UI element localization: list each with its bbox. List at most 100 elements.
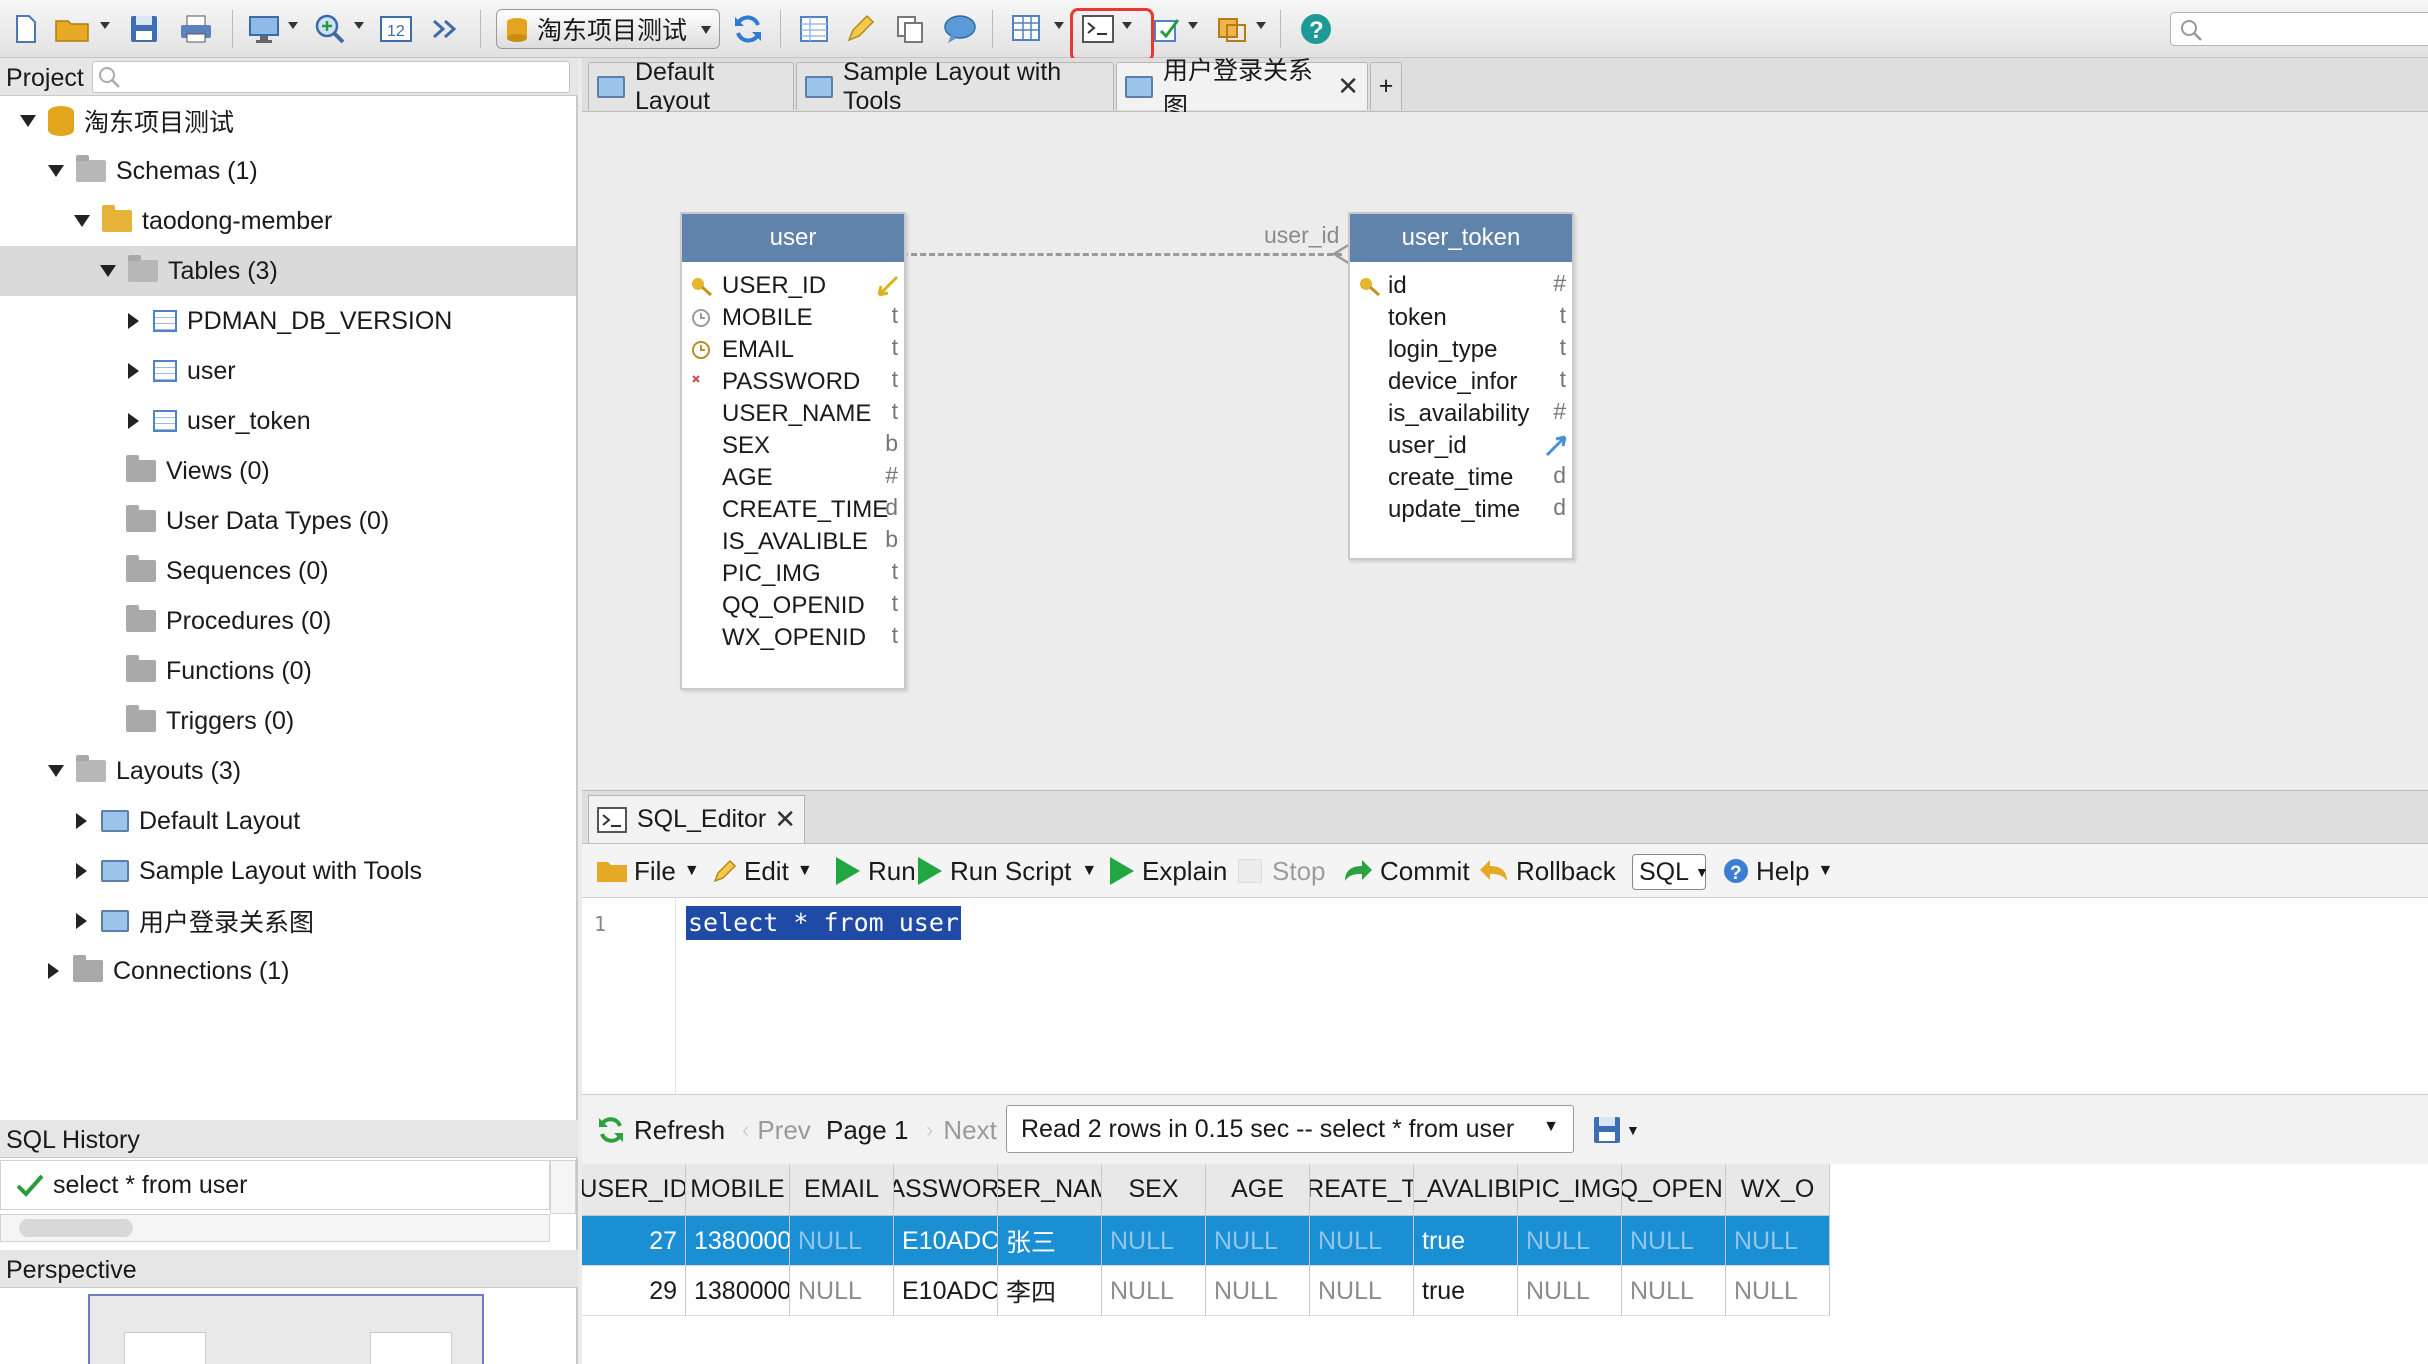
column-header[interactable]: WX_O	[1726, 1164, 1830, 1214]
arrow-icon[interactable]	[428, 8, 464, 50]
expand-arrow-icon[interactable]	[48, 165, 64, 177]
column-header[interactable]: PASSWORD	[894, 1164, 998, 1214]
grid-cell[interactable]: 1380000...	[686, 1266, 790, 1316]
tree-node-layout[interactable]: Default Layout	[0, 796, 576, 846]
table-dropdown[interactable]	[1054, 22, 1064, 29]
collapse-arrow-icon[interactable]	[128, 313, 139, 329]
entity-user-token[interactable]: user_token id # token t login_type t dev…	[1348, 212, 1574, 560]
add-tab-button[interactable]: +	[1370, 62, 1402, 110]
entity-column[interactable]: USER_NAME t	[682, 398, 904, 430]
tab-sql-editor[interactable]: SQL_Editor ✕	[588, 795, 806, 843]
tree-node-schema[interactable]: taodong-member	[0, 196, 576, 246]
sql-code-line[interactable]: select * from user	[686, 906, 961, 940]
entity-header[interactable]: user_token	[1350, 214, 1572, 262]
grid-cell[interactable]: 29	[582, 1266, 686, 1316]
file-menu-button[interactable]: File ▼	[596, 844, 700, 898]
project-search-input[interactable]	[92, 61, 570, 93]
rollback-button[interactable]: Rollback	[1478, 844, 1616, 898]
entity-column[interactable]: id #	[1350, 270, 1572, 302]
entity-column[interactable]: update_time d	[1350, 494, 1572, 526]
tab-default-layout[interactable]: Default Layout	[588, 58, 794, 115]
run-button[interactable]: Run	[836, 844, 916, 898]
tab-sample-layout[interactable]: Sample Layout with Tools	[796, 58, 1114, 115]
tree-node-table[interactable]: PDMAN_DB_VERSION	[0, 296, 576, 346]
entity-column[interactable]: AGE #	[682, 462, 904, 494]
grid-cell[interactable]: true	[1414, 1266, 1518, 1316]
table-row[interactable]: 27 1380000... NULL E10ADC3... 张三 NULL NU…	[582, 1216, 1830, 1266]
grid-cell[interactable]: true	[1414, 1216, 1518, 1266]
entity-column[interactable]: SEX b	[682, 430, 904, 462]
tree-node-triggers[interactable]: Triggers (0)	[0, 696, 576, 746]
grid-cell[interactable]: 张三	[998, 1216, 1102, 1266]
collapse-arrow-icon[interactable]	[76, 813, 87, 829]
tree-node-tables[interactable]: Tables (3)	[0, 246, 576, 296]
prev-page-button[interactable]: ‹ Prev	[742, 1095, 811, 1165]
close-icon[interactable]: ✕	[1337, 71, 1359, 102]
project-selector[interactable]: 淘东项目测试	[496, 9, 720, 49]
next-page-button[interactable]: › Next	[926, 1095, 997, 1165]
grid-cell[interactable]: NULL	[1726, 1266, 1830, 1316]
help-menu-button[interactable]: ? Help ▼	[1722, 844, 1833, 898]
tree-node-layouts[interactable]: Layouts (3)	[0, 746, 576, 796]
perspective-viewport[interactable]	[88, 1294, 484, 1364]
collapse-arrow-icon[interactable]	[76, 913, 87, 929]
comment-icon[interactable]	[940, 8, 980, 50]
tree-node-user-data-types[interactable]: User Data Types (0)	[0, 496, 576, 546]
tab-user-login-diagram[interactable]: 用户登录关系图 ✕	[1116, 57, 1368, 121]
grid-cell[interactable]: NULL	[1102, 1266, 1206, 1316]
close-icon[interactable]: ✕	[774, 804, 796, 835]
help-icon[interactable]: ?	[1296, 8, 1336, 50]
entity-column[interactable]: USER_ID	[682, 270, 904, 302]
entity-column[interactable]: MOBILE t	[682, 302, 904, 334]
tree-node-layout[interactable]: Sample Layout with Tools	[0, 846, 576, 896]
grid-cell[interactable]: 李四	[998, 1266, 1102, 1316]
table-row[interactable]: 29 1380000... NULL E10ADC3... 李四 NULL NU…	[582, 1266, 1830, 1316]
tree-node-table[interactable]: user_token	[0, 396, 576, 446]
grid-cell[interactable]: NULL	[1622, 1216, 1726, 1266]
entity-header[interactable]: user	[682, 214, 904, 262]
grid-cell[interactable]: NULL	[1310, 1266, 1414, 1316]
tree-node-procedures[interactable]: Procedures (0)	[0, 596, 576, 646]
export-results-button[interactable]: ▼	[1592, 1095, 1640, 1165]
collapse-arrow-icon[interactable]	[76, 863, 87, 879]
collapse-arrow-icon[interactable]	[128, 363, 139, 379]
grid-cell[interactable]: NULL	[1102, 1216, 1206, 1266]
history-horizontal-scrollbar[interactable]	[0, 1214, 550, 1242]
grid-cell[interactable]: NULL	[1310, 1216, 1414, 1266]
grid-cell[interactable]: 27	[582, 1216, 686, 1266]
entity-column[interactable]: device_infor t	[1350, 366, 1572, 398]
column-header[interactable]: QQ_OPENID	[1622, 1164, 1726, 1214]
entity-column[interactable]: is_availability #	[1350, 398, 1572, 430]
sql-code-editor[interactable]: 1 select * from user	[582, 898, 2428, 1094]
sql-history-item[interactable]: select * from user	[0, 1160, 550, 1210]
tree-node-layout[interactable]: 用户登录关系图	[0, 896, 576, 946]
expand-arrow-icon[interactable]	[20, 115, 36, 127]
open-dropdown[interactable]	[100, 22, 110, 29]
expand-arrow-icon[interactable]	[100, 265, 116, 277]
global-search-input[interactable]	[2170, 12, 2428, 46]
relationship-line[interactable]	[902, 253, 1342, 256]
grid-cell[interactable]: E10ADC3...	[894, 1216, 998, 1266]
expand-arrow-icon[interactable]	[48, 765, 64, 777]
entity-user[interactable]: user USER_ID MOBILE t EMAIL t PASSWORD t	[680, 212, 906, 690]
tree-node-schemas[interactable]: Schemas (1)	[0, 146, 576, 196]
entity-column[interactable]: EMAIL t	[682, 334, 904, 366]
edit-icon[interactable]	[842, 8, 878, 50]
refresh-icon[interactable]	[730, 8, 766, 50]
grid-cell[interactable]: E10ADC3...	[894, 1266, 998, 1316]
sql-mode-select[interactable]: SQL ▼	[1632, 854, 1709, 890]
scrollbar-thumb[interactable]	[19, 1219, 133, 1237]
entity-column[interactable]: PIC_IMG t	[682, 558, 904, 590]
collapse-arrow-icon[interactable]	[48, 963, 59, 979]
column-header[interactable]: EMAIL	[790, 1164, 894, 1214]
grid-cell[interactable]: NULL	[1206, 1266, 1310, 1316]
compare-dropdown[interactable]	[1188, 22, 1198, 29]
entity-column[interactable]: WX_OPENID t	[682, 622, 904, 654]
zoom-dropdown[interactable]	[354, 22, 364, 29]
export-dropdown[interactable]	[1256, 22, 1266, 29]
collapse-arrow-icon[interactable]	[128, 413, 139, 429]
font-size-icon[interactable]: 12	[378, 8, 414, 50]
entity-column[interactable]: token t	[1350, 302, 1572, 334]
grid-cell[interactable]: NULL	[1726, 1216, 1830, 1266]
entity-column[interactable]: create_time d	[1350, 462, 1572, 494]
